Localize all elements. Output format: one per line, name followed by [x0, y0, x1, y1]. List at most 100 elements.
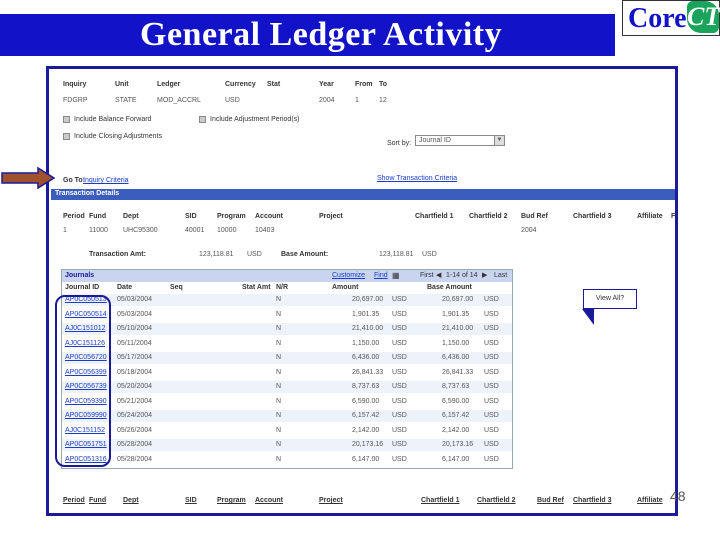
transaction-details-bar: Transaction Details: [51, 189, 675, 200]
criteria-header: Unit: [115, 81, 129, 88]
sort-by-select[interactable]: Journal ID ▼: [415, 135, 505, 146]
journal-currency: USD: [392, 296, 407, 303]
journal-base-amount: 20,173.16: [442, 441, 474, 448]
view-all-icon[interactable]: ▦: [392, 271, 400, 280]
criteria-header: Year: [319, 81, 334, 88]
journal-base-amount: 2,142.00: [442, 426, 470, 434]
logo-core-text: Core-: [628, 3, 696, 34]
journal-date: 05/28/2004: [117, 455, 153, 463]
show-transaction-criteria-link[interactable]: Show Transaction Criteria: [377, 175, 457, 182]
criteria-header: Inquiry: [63, 81, 87, 88]
journal-base-currency: USD: [484, 339, 499, 347]
inquiry-criteria-link[interactable]: Inquiry Criteria: [83, 177, 129, 184]
transaction-header: Program: [217, 213, 246, 220]
previous-icon[interactable]: ◀: [436, 271, 441, 279]
table-row: AP0C050513 05/03/2004 N 20,697.00 USD 20,697.…: [62, 294, 512, 306]
criteria-value: USD: [225, 97, 240, 104]
journal-nr: N: [276, 441, 282, 448]
transaction-value: UHC95300: [123, 227, 158, 234]
journal-date: 05/17/2004: [117, 354, 153, 361]
adjustment-periods-checkbox[interactable]: [199, 116, 206, 123]
find-link[interactable]: Find: [374, 272, 388, 279]
balance-forward-checkbox[interactable]: [63, 116, 70, 123]
transaction-header: Fund: [89, 213, 107, 220]
transaction-header: Account: [255, 213, 283, 220]
transaction-value: 40001: [185, 227, 205, 234]
customize-link[interactable]: Customize: [332, 272, 365, 279]
journal-base-currency: USD: [484, 368, 499, 376]
journals-header-row: Journal ID Date Seq Stat Amt N/R Amount Base A…: [62, 282, 512, 294]
base-amount-label: Base Amount:: [281, 251, 329, 258]
journals-column-header: Stat Amt: [242, 284, 271, 291]
journal-amount: 21,410.00: [352, 325, 384, 332]
journal-date: 05/21/2004: [117, 397, 153, 405]
journal-amount: 26,841.33: [352, 368, 384, 376]
balance-forward-label: Include Balance Forward: [74, 116, 152, 123]
footer-header: Bud Ref: [537, 497, 564, 504]
journal-base-currency: USD: [484, 310, 499, 318]
journal-nr: N: [276, 310, 282, 318]
transaction-currency: USD: [247, 251, 262, 258]
journal-nr: N: [276, 397, 282, 405]
transaction-header: Project: [319, 213, 343, 220]
criteria-header: Stat: [267, 81, 281, 88]
journal-id-highlight: [55, 295, 111, 467]
journal-nr: N: [276, 412, 282, 419]
transaction-value: 10000: [217, 227, 237, 234]
footer-header: Program: [217, 497, 246, 504]
journal-amount: 20,173.16: [352, 441, 384, 448]
journal-date: 05/11/2004: [117, 339, 152, 347]
callout-tail: [582, 309, 600, 325]
transaction-header: Bud Ref: [521, 213, 548, 220]
criteria-value: 2004: [319, 97, 335, 104]
journal-base-amount: 20,697.00: [442, 296, 474, 303]
journals-column-header: Seq: [170, 284, 183, 291]
footer-header: SID: [185, 497, 197, 504]
last-link[interactable]: Last: [494, 272, 507, 279]
journal-base-amount: 6,590.00: [442, 397, 470, 405]
transaction-amt-label: Transaction Amt:: [89, 251, 146, 258]
next-icon[interactable]: ▶: [482, 271, 487, 279]
journals-column-header: Base Amount: [427, 284, 472, 291]
journal-amount: 1,150.00: [352, 339, 380, 347]
journal-amount: 6,147.00: [352, 455, 380, 463]
journal-base-amount: 6,147.00: [442, 455, 470, 463]
transaction-value: 10403: [255, 227, 275, 234]
table-row: AP0C059990 05/24/2004 N 6,157.42 USD 6,157.42…: [62, 410, 512, 422]
sort-by-label: Sort by:: [387, 140, 412, 147]
journal-currency: USD: [392, 339, 407, 347]
closing-adjustments-checkbox[interactable]: [63, 133, 70, 140]
footer-header: Account: [255, 497, 283, 504]
journals-column-header: Journal ID: [65, 284, 100, 291]
first-link[interactable]: First: [420, 272, 434, 279]
journal-base-amount: 8,737.63: [442, 383, 470, 390]
journal-currency: USD: [392, 325, 407, 332]
criteria-header: Currency: [225, 81, 256, 88]
journal-base-currency: USD: [484, 383, 499, 390]
table-row: AJ0C151126 05/11/2004 N 1,150.00 USD 1,150.00…: [62, 338, 512, 350]
journal-base-amount: 26,841.33: [442, 368, 474, 376]
journal-amount: 20,697.00: [352, 296, 384, 303]
journal-amount: 6,157.42: [352, 412, 380, 419]
journal-currency: USD: [392, 383, 407, 390]
journal-base-currency: USD: [484, 441, 499, 448]
journal-nr: N: [276, 296, 282, 303]
criteria-header: To: [379, 81, 388, 88]
pointer-arrow-icon: [1, 166, 56, 190]
criteria-value: 1: [355, 97, 359, 104]
journal-base-currency: USD: [484, 296, 499, 303]
journals-column-header: Amount: [332, 284, 359, 291]
transaction-value: 1: [63, 227, 67, 234]
criteria-header: From: [355, 81, 373, 88]
journal-date: 05/18/2004: [117, 368, 153, 376]
transaction-header: SID: [185, 213, 197, 220]
journals-grid: Journals Customize Find ▦ First ◀ 1-14 o…: [61, 269, 513, 469]
journal-currency: USD: [392, 426, 407, 434]
closing-adjustments-label: Include Closing Adjustments: [74, 133, 162, 140]
journal-currency: USD: [392, 397, 407, 405]
table-row: AP0C059390 05/21/2004 N 6,590.00 USD 6,590.00…: [62, 396, 512, 408]
journal-nr: N: [276, 339, 282, 347]
footer-header: Project: [319, 497, 343, 504]
journal-currency: USD: [392, 441, 407, 448]
journal-date: 05/10/2004: [117, 325, 153, 332]
